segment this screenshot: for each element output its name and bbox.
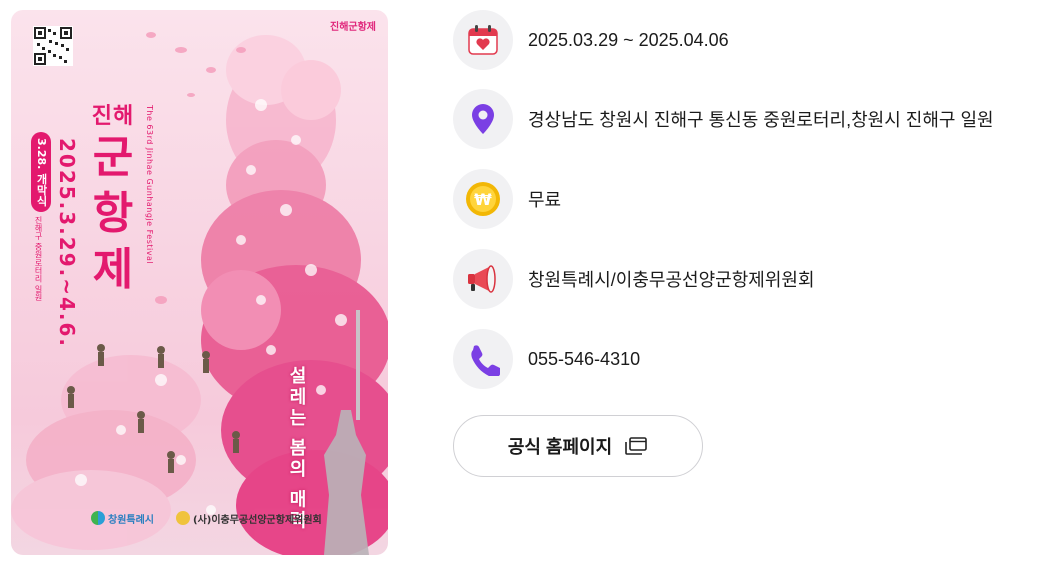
- info-location-row: 경상남도 창원시 진해구 통신동 중원로터리,창원시 진해구 일원: [453, 89, 994, 149]
- poster-venue: 진해구 중원로터리 일원: [34, 216, 43, 302]
- info-organizer-row: 창원특례시/이충무공선양군항제위원회: [453, 249, 815, 309]
- poster-opening-badge: 3.28. 개막식: [31, 132, 51, 213]
- sponsor-left: 창원특례시: [91, 510, 154, 526]
- poster-title: 진해 군 항 제: [83, 98, 143, 298]
- event-organizer: 창원특례시/이충무공선양군항제위원회: [528, 270, 815, 290]
- poster-english-title: The 63rd Jinhae Gunhangje Festival: [145, 105, 154, 265]
- map-pin-icon: [453, 89, 513, 149]
- changwon-logo-icon: [91, 511, 105, 525]
- info-date-row: 2025.03.29 ~ 2025.04.06: [453, 10, 729, 70]
- poster-title-char: 군: [92, 132, 134, 183]
- megaphone-icon: [453, 249, 513, 309]
- poster-dates: 2025.3.29.~4.6.: [55, 138, 79, 348]
- external-window-icon: [624, 436, 648, 456]
- phone-icon: [453, 329, 513, 389]
- sponsor-right: (사)이충무공선양군항제위원회: [176, 510, 322, 526]
- info-phone-row: 055-546-4310: [453, 329, 640, 389]
- poster-title-char: 항: [92, 188, 134, 239]
- festival-poster: 진해군항제 진해 군 항 제 The 63rd Jinhae Gunhangje…: [11, 10, 388, 555]
- committee-emblem-icon: [176, 511, 190, 525]
- poster-title-small: 진해: [91, 104, 135, 129]
- event-fee: 무료: [528, 190, 562, 210]
- official-homepage-button[interactable]: 공식 홈페이지: [453, 415, 703, 477]
- svg-text:₩: ₩: [474, 190, 492, 209]
- event-location: 경상남도 창원시 진해구 통신동 중원로터리,창원시 진해구 일원: [528, 110, 994, 130]
- poster-top-logo: 진해군항제: [330, 22, 376, 33]
- poster-slogan: 설레는 봄의 매력: [286, 366, 307, 532]
- event-phone: 055-546-4310: [528, 348, 641, 369]
- official-homepage-label: 공식 홈페이지: [507, 437, 613, 457]
- won-coin-icon: ₩: [453, 169, 513, 229]
- calendar-heart-icon: [453, 10, 513, 70]
- event-date: 2025.03.29 ~ 2025.04.06: [528, 29, 729, 50]
- poster-title-char: 제: [92, 244, 134, 295]
- info-fee-row: ₩ 무료: [453, 169, 561, 229]
- qr-code: [33, 26, 73, 66]
